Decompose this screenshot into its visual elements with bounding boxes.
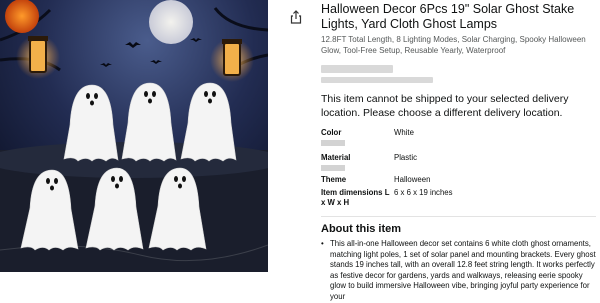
product-subtitle: 12.8FT Total Length, 8 Lighting Modes, S… — [321, 35, 586, 55]
attribute-key: Item dimensions L x W x H — [321, 188, 390, 207]
attribute-key: Material — [321, 153, 351, 162]
attribute-row-color: Color White — [321, 128, 453, 138]
product-title: Halloween Decor 6Pcs 19" Solar Ghost Sta… — [321, 2, 575, 31]
attribute-key: Color — [321, 128, 342, 137]
about-bullet: • This all-in-one Halloween decor set co… — [321, 239, 596, 303]
attribute-value: Halloween — [394, 175, 431, 184]
about-bullet-text: This all-in-one Halloween decor set cont… — [330, 239, 596, 301]
lantern-left — [16, 35, 60, 79]
attribute-key: Theme — [321, 175, 347, 184]
about-heading: About this item — [321, 223, 402, 235]
product-details: Halloween Decor 6Pcs 19" Solar Ghost Sta… — [321, 0, 596, 303]
attribute-value: 6 x 6 x 19 inches — [394, 188, 453, 197]
option-placeholder[interactable] — [321, 165, 345, 171]
attributes-table: Color White Material Plastic Theme Hallo… — [321, 128, 453, 209]
lantern-right — [210, 38, 254, 82]
product-image[interactable] — [0, 0, 268, 272]
swatch-placeholder[interactable] — [321, 140, 345, 146]
attribute-row-theme: Theme Halloween — [321, 173, 453, 186]
bullet-dot-icon: • — [321, 239, 324, 248]
attribute-row-material: Material Plastic — [321, 151, 453, 164]
price-placeholder — [321, 65, 596, 83]
attribute-value: White — [394, 128, 414, 137]
product-photo-illustration — [0, 0, 268, 272]
attribute-value: Plastic — [394, 153, 417, 162]
attribute-row-dimensions: Item dimensions L x W x H 6 x 6 x 19 inc… — [321, 186, 453, 209]
divider — [321, 216, 596, 217]
delivery-notice: This item cannot be shipped to your sele… — [321, 93, 569, 119]
share-icon[interactable] — [289, 10, 303, 24]
